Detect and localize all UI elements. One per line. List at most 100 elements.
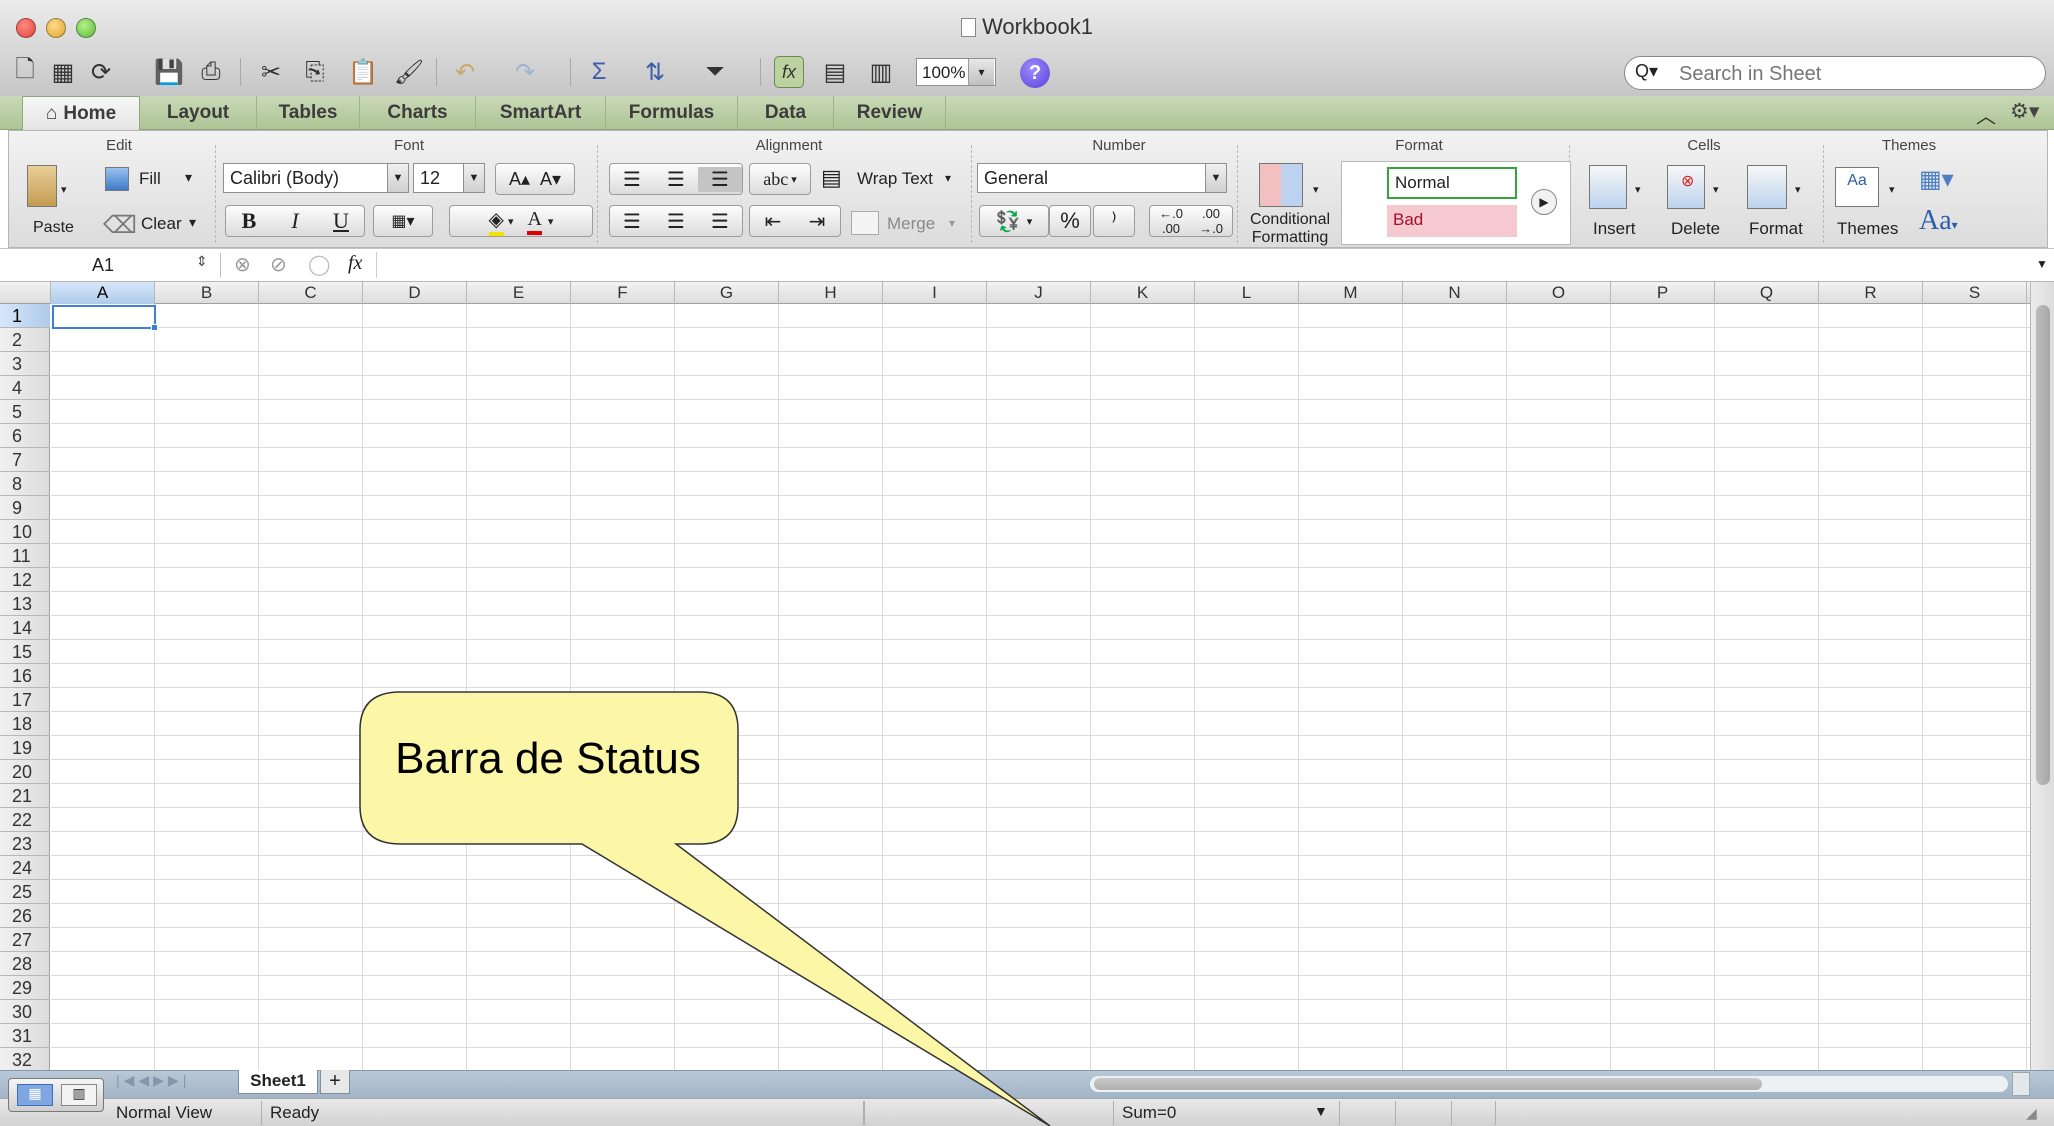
increase-decimal-button[interactable]: ←.0 .00	[1151, 206, 1191, 236]
column-header-f[interactable]: F	[571, 282, 675, 304]
toolbox-icon[interactable]: ▤	[820, 56, 850, 88]
wrap-text-button[interactable]: Wrap Text	[857, 169, 933, 189]
sheet-nav-arrows-icon[interactable]: |◀◀▶▶|	[116, 1072, 190, 1089]
row-header-26[interactable]: 26	[0, 904, 50, 928]
wrap-text-dropdown-icon[interactable]: ▾	[945, 171, 951, 185]
row-header-23[interactable]: 23	[0, 832, 50, 856]
themes-dropdown-icon[interactable]: ▾	[1889, 183, 1895, 196]
row-header-19[interactable]: 19	[0, 736, 50, 760]
themes-button[interactable]: Themes	[1837, 219, 1898, 239]
font-size-dropdown-icon[interactable]: ▼	[463, 163, 485, 193]
underline-button[interactable]: U	[318, 208, 364, 234]
tab-review[interactable]: Review	[834, 96, 946, 130]
row-header-27[interactable]: 27	[0, 928, 50, 952]
vertical-scroll-thumb[interactable]	[2036, 305, 2050, 785]
collapse-ribbon-icon[interactable]: ︿	[1976, 100, 1996, 129]
row-header-20[interactable]: 20	[0, 760, 50, 784]
align-top-icon[interactable]: ☰	[610, 167, 654, 192]
select-all-corner[interactable]	[0, 282, 51, 304]
column-header-o[interactable]: O	[1507, 282, 1611, 304]
row-header-2[interactable]: 2	[0, 328, 50, 352]
row-header-10[interactable]: 10	[0, 520, 50, 544]
row-header-4[interactable]: 4	[0, 376, 50, 400]
row-header-1[interactable]: 1	[0, 304, 50, 328]
row-header-28[interactable]: 28	[0, 952, 50, 976]
row-header-32[interactable]: 32	[0, 1048, 50, 1072]
row-header-16[interactable]: 16	[0, 664, 50, 688]
tab-charts[interactable]: Charts	[360, 96, 476, 130]
gallery-icon[interactable]: ▦	[48, 56, 78, 88]
format-dropdown-icon[interactable]: ▾	[1795, 183, 1801, 196]
row-header-3[interactable]: 3	[0, 352, 50, 376]
decrease-indent-icon[interactable]: ⇤	[751, 209, 795, 234]
theme-fonts-button[interactable]: Aa▾	[1919, 205, 1958, 237]
font-color-dropdown-icon[interactable]: ▾	[548, 215, 554, 228]
column-header-a[interactable]: A	[51, 282, 155, 304]
undo-icon[interactable]: ↶	[450, 56, 480, 88]
conditional-formatting-icon[interactable]	[1259, 163, 1303, 207]
filter-icon[interactable]: ⏷	[700, 56, 730, 88]
insert-button[interactable]: Insert	[1593, 219, 1636, 239]
column-header-h[interactable]: H	[779, 282, 883, 304]
font-name-select[interactable]: Calibri (Body)	[223, 163, 399, 193]
row-header-29[interactable]: 29	[0, 976, 50, 1000]
row-header-13[interactable]: 13	[0, 592, 50, 616]
insert-function-toggle-icon[interactable]: ◯	[308, 252, 330, 277]
column-header-j[interactable]: J	[987, 282, 1091, 304]
search-icon[interactable]: Q▾	[1635, 61, 1675, 85]
paste-button[interactable]: Paste	[33, 219, 74, 237]
align-middle-icon[interactable]: ☰	[654, 167, 698, 192]
row-header-18[interactable]: 18	[0, 712, 50, 736]
column-header-g[interactable]: G	[675, 282, 779, 304]
clear-dropdown-icon[interactable]: ▾	[189, 214, 196, 231]
autosum-icon[interactable]: Σ	[584, 56, 614, 88]
tab-layout[interactable]: Layout	[140, 96, 257, 130]
row-header-25[interactable]: 25	[0, 880, 50, 904]
tab-data[interactable]: Data	[738, 96, 834, 130]
cancel-entry-icon[interactable]: ⊗	[234, 252, 251, 277]
conditional-formatting-button[interactable]: Conditional Formatting	[1247, 211, 1333, 247]
column-header-p[interactable]: P	[1611, 282, 1715, 304]
selected-cell-a1[interactable]	[52, 305, 156, 329]
merge-icon[interactable]	[851, 211, 879, 235]
orientation-button[interactable]: abc ▾	[749, 163, 811, 195]
fill-dropdown-icon[interactable]: ▾	[185, 169, 192, 186]
row-header-6[interactable]: 6	[0, 424, 50, 448]
add-sheet-button[interactable]: +	[320, 1070, 350, 1094]
row-header-31[interactable]: 31	[0, 1024, 50, 1048]
row-header-7[interactable]: 7	[0, 448, 50, 472]
clear-button[interactable]: Clear	[141, 214, 182, 234]
column-header-n[interactable]: N	[1403, 282, 1507, 304]
media-browser-icon[interactable]: ▥	[866, 56, 896, 88]
conditional-formatting-dropdown-icon[interactable]: ▾	[1313, 183, 1319, 196]
sort-icon[interactable]: ⇅	[640, 56, 670, 88]
grow-font-button[interactable]: A▴	[509, 169, 530, 190]
column-header-c[interactable]: C	[259, 282, 363, 304]
status-sum[interactable]: Sum=0 ▼	[1114, 1101, 1340, 1125]
row-header-5[interactable]: 5	[0, 400, 50, 424]
row-header-15[interactable]: 15	[0, 640, 50, 664]
row-header-8[interactable]: 8	[0, 472, 50, 496]
decrease-decimal-button[interactable]: .00 →.0	[1191, 206, 1231, 236]
row-header-30[interactable]: 30	[0, 1000, 50, 1024]
font-name-dropdown-icon[interactable]: ▼	[387, 163, 409, 193]
name-box[interactable]: A1	[8, 252, 198, 278]
horizontal-scroll-thumb[interactable]	[1094, 1078, 1762, 1090]
align-left-icon[interactable]: ☰	[610, 209, 654, 234]
shrink-font-button[interactable]: A▾	[540, 169, 561, 190]
row-header-9[interactable]: 9	[0, 496, 50, 520]
split-handle[interactable]	[2012, 1072, 2030, 1096]
help-icon[interactable]: ?	[1020, 58, 1050, 88]
align-right-icon[interactable]: ☰	[698, 209, 742, 234]
paste-icon[interactable]: 📋	[348, 56, 378, 88]
column-header-l[interactable]: L	[1195, 282, 1299, 304]
column-header-s[interactable]: S	[1923, 282, 2027, 304]
column-header-m[interactable]: M	[1299, 282, 1403, 304]
formula-input[interactable]	[376, 252, 2016, 278]
new-document-icon[interactable]: 🗋	[10, 56, 40, 88]
delete-button[interactable]: Delete	[1671, 219, 1720, 239]
row-header-22[interactable]: 22	[0, 808, 50, 832]
print-icon[interactable]: ⎙	[196, 56, 226, 88]
align-center-icon[interactable]: ☰	[654, 209, 698, 234]
column-header-d[interactable]: D	[363, 282, 467, 304]
